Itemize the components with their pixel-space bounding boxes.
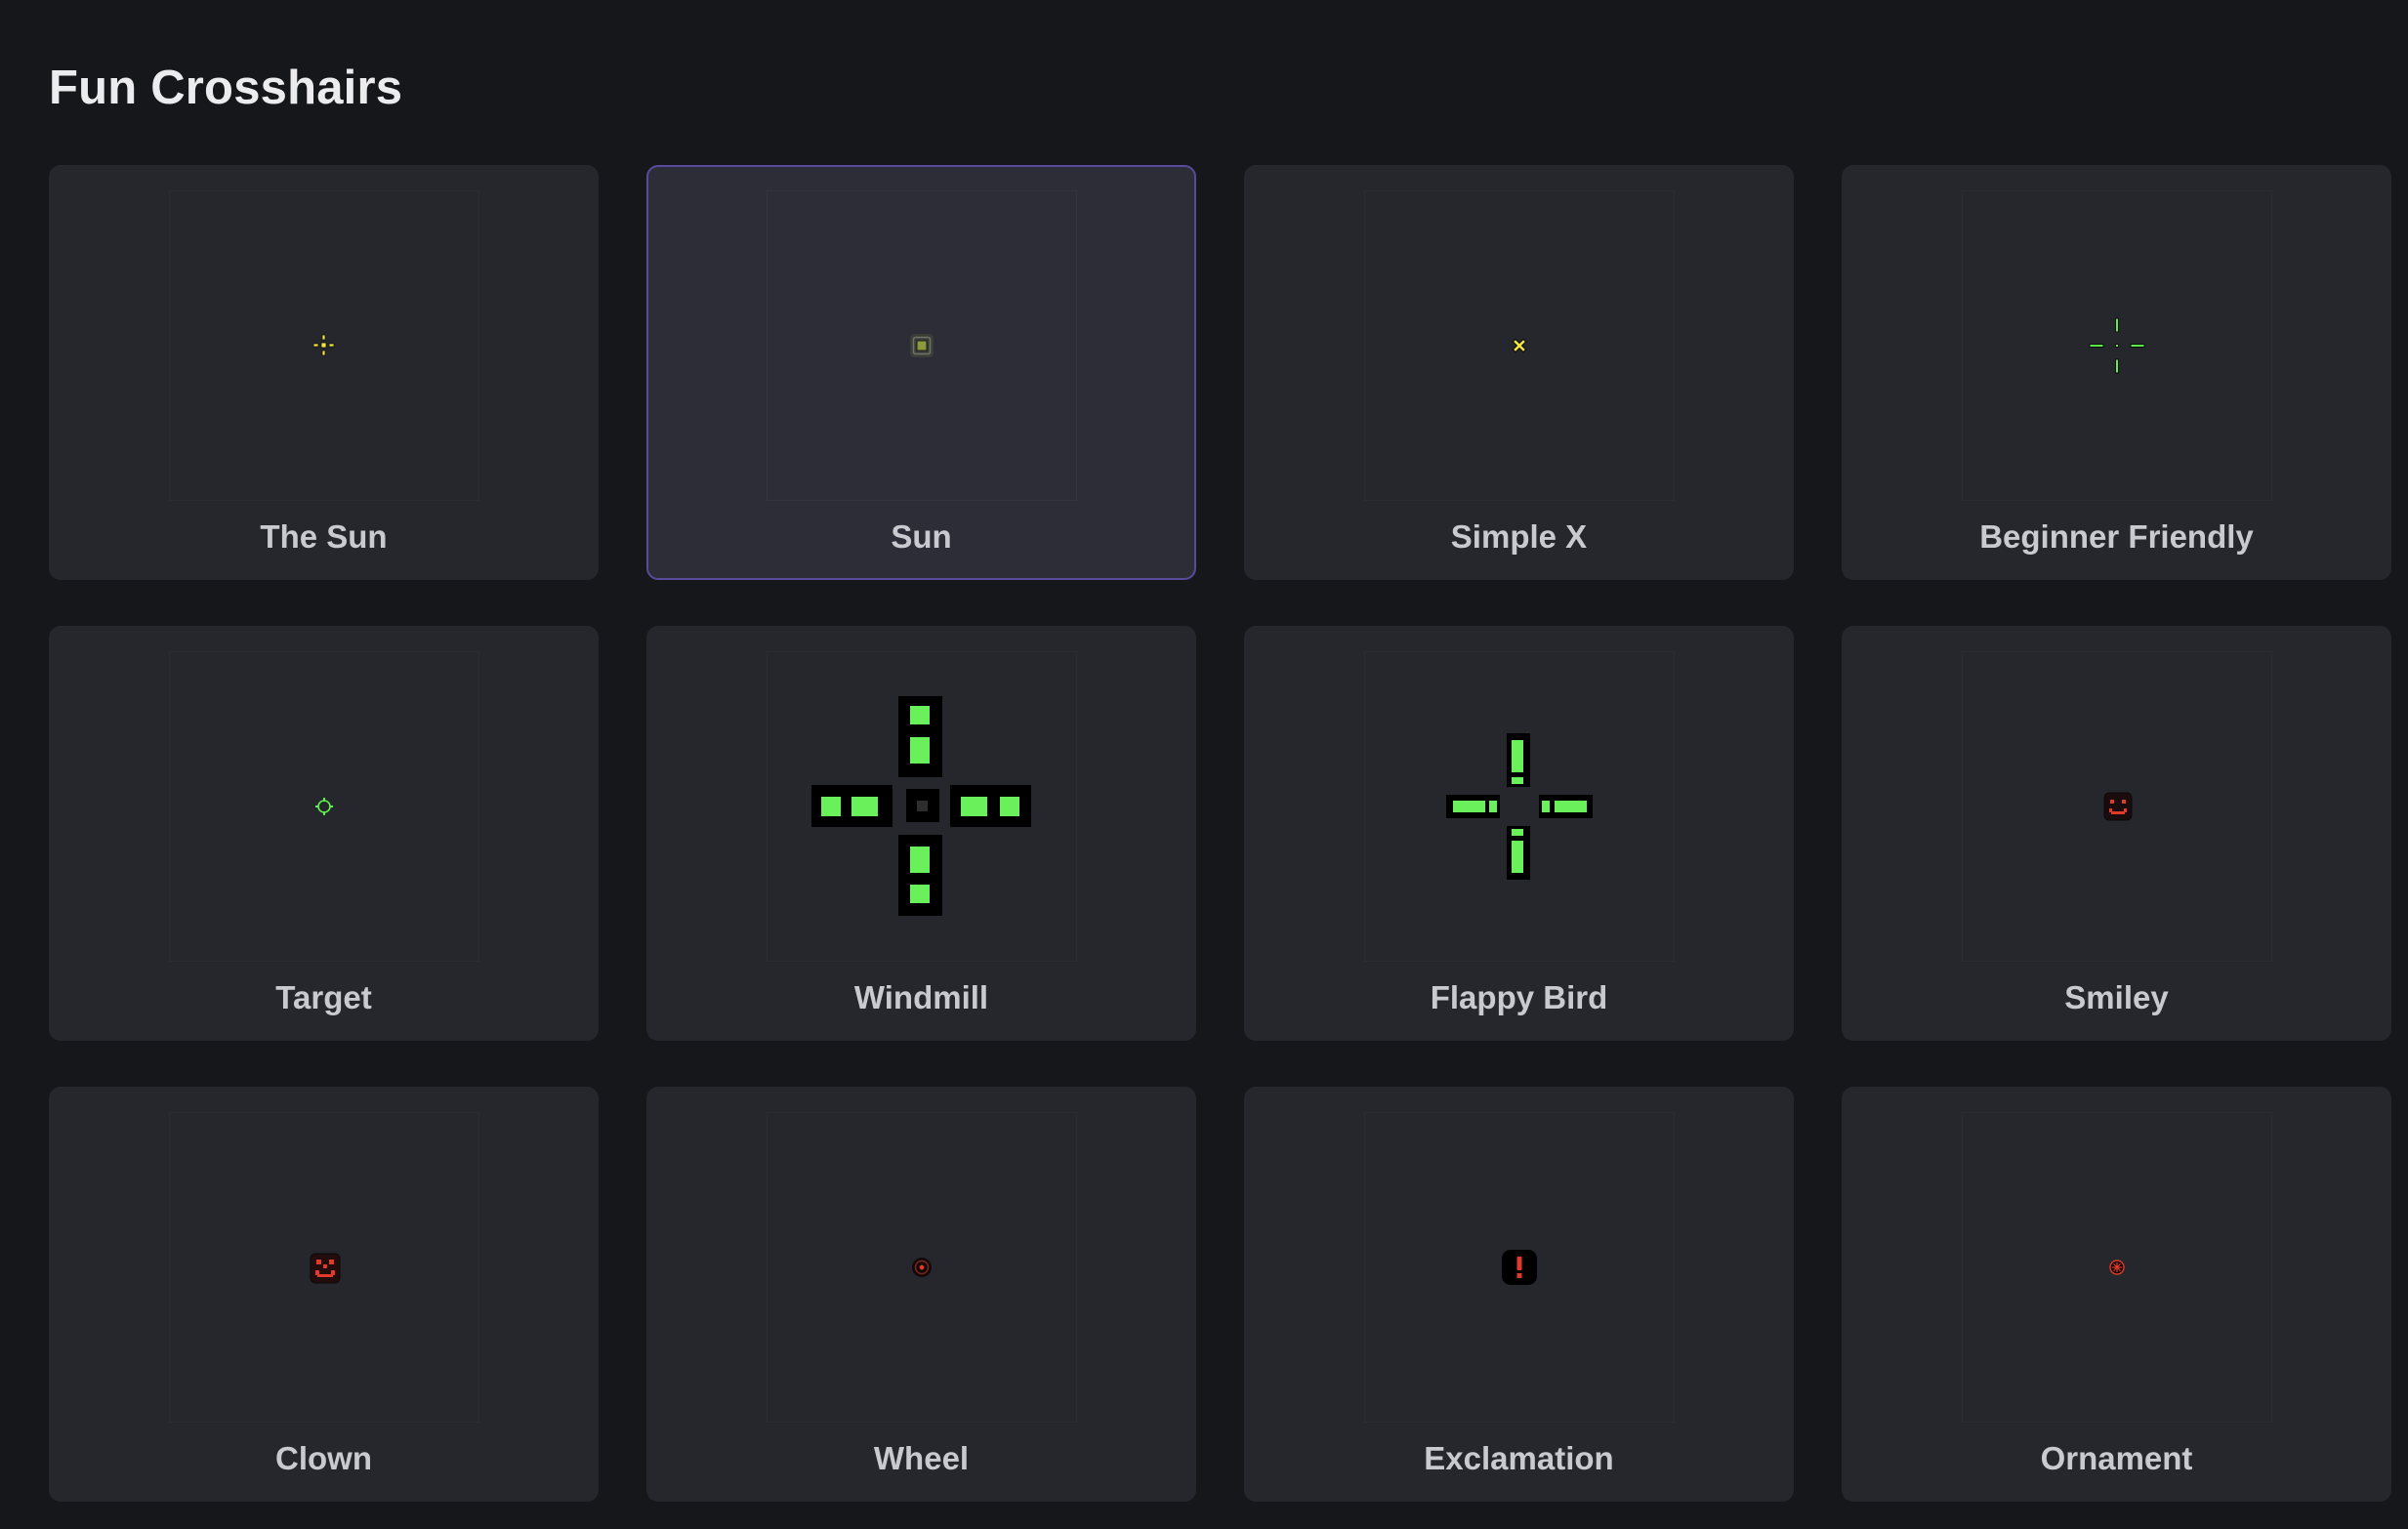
crosshair-card-clown[interactable]: Clown <box>49 1087 599 1502</box>
crosshair-name: Exclamation <box>1424 1440 1614 1476</box>
crosshair-name: Smiley <box>2064 979 2169 1015</box>
crosshair-preview <box>766 190 1077 501</box>
crosshair-preview <box>168 651 479 962</box>
crosshair-name: Target <box>275 979 372 1015</box>
target-circle-icon <box>314 798 333 815</box>
wheel-icon <box>911 1258 932 1277</box>
x-icon <box>1511 338 1527 353</box>
crosshair-preview <box>1961 651 2272 962</box>
crosshair-card-target[interactable]: Target <box>49 626 599 1041</box>
crosshair-name: The Sun <box>260 518 388 555</box>
crosshair-preview <box>1363 190 1675 501</box>
crosshair-preview <box>168 1112 479 1423</box>
crosshair-card-flappy-bird[interactable]: Flappy Bird <box>1244 626 1794 1041</box>
crosshair-name: Beginner Friendly <box>1979 518 2254 555</box>
square-dot-icon <box>909 334 934 357</box>
crosshair-card-beginner-friendly[interactable]: Beginner Friendly <box>1842 165 2391 580</box>
crosshair-name: Wheel <box>873 1440 970 1476</box>
crosshair-preview <box>766 651 1077 962</box>
clown-icon <box>310 1253 340 1284</box>
crosshair-preview <box>1363 651 1675 962</box>
smiley-icon <box>2103 792 2132 821</box>
crosshair-card-sun[interactable]: Sun <box>646 165 1196 580</box>
crosshair-card-simple-x[interactable]: Simple X <box>1244 165 1794 580</box>
sun-dot-icon <box>312 334 334 356</box>
crosshair-name: Ornament <box>2040 1440 2193 1476</box>
crosshair-grid: The Sun Sun Simple X Beginner Friendly T… <box>49 165 2391 1502</box>
flappy-cross-icon <box>1445 733 1593 880</box>
exclamation-icon <box>1501 1250 1537 1285</box>
crosshair-card-windmill[interactable]: Windmill <box>646 626 1196 1041</box>
crosshair-name: Flappy Bird <box>1430 979 1608 1015</box>
crosshair-card-ornament[interactable]: Ornament <box>1842 1087 2391 1502</box>
crosshair-name: Simple X <box>1450 518 1588 555</box>
crosshair-preview <box>1961 1112 2272 1423</box>
crosshair-card-exclamation[interactable]: Exclamation <box>1244 1087 1794 1502</box>
crosshair-preview <box>168 190 479 501</box>
ornament-icon <box>2108 1260 2125 1275</box>
crosshair-name: Sun <box>891 518 952 555</box>
crosshair-name: Clown <box>275 1440 372 1476</box>
crosshair-name: Windmill <box>853 979 989 1015</box>
crosshair-card-wheel[interactable]: Wheel <box>646 1087 1196 1502</box>
crosshair-preview <box>1961 190 2272 501</box>
crosshair-card-smiley[interactable]: Smiley <box>1842 626 2391 1041</box>
crosshair-preview <box>766 1112 1077 1423</box>
page: Fun Crosshairs The Sun Sun Simple X Begi… <box>0 0 2408 1529</box>
gap-cross-icon <box>2089 317 2144 374</box>
crosshair-preview <box>1363 1112 1675 1423</box>
page-title: Fun Crosshairs <box>49 62 403 114</box>
windmill-icon <box>810 696 1031 916</box>
crosshair-card-the-sun[interactable]: The Sun <box>49 165 599 580</box>
